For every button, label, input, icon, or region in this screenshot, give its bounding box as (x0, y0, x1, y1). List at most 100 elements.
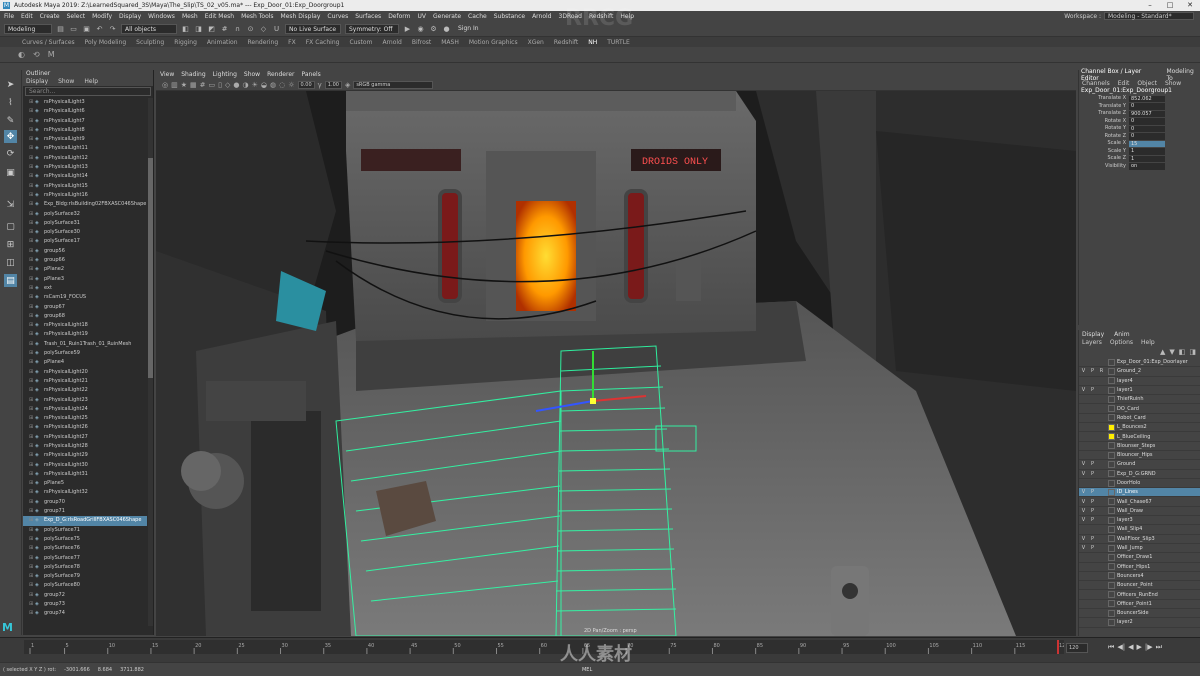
layer-menu-item[interactable]: Options (1110, 339, 1133, 346)
menu-item[interactable]: Cache (468, 13, 487, 20)
outliner-item[interactable]: ⊞ ◈ polySurface31 (23, 219, 147, 228)
shelf-tab[interactable]: Arnold (382, 39, 401, 46)
layer-row[interactable]: L_BlueCeiling (1079, 432, 1200, 442)
channel-name[interactable]: Scale Y (1079, 148, 1129, 156)
layer-name[interactable]: L_Bounces2 (1117, 424, 1147, 430)
channel-name[interactable]: Translate Z (1079, 110, 1129, 118)
exposure-field[interactable]: 0.00 (297, 80, 315, 89)
layer-color-swatch[interactable] (1108, 470, 1115, 478)
select-component-icon[interactable]: ◩ (207, 24, 216, 33)
scale-tool-icon[interactable]: ▣ (4, 166, 17, 179)
outliner-item[interactable]: ⊞ ◈ polySurface78 (23, 563, 147, 572)
mel-label[interactable]: MEL (582, 667, 592, 673)
new-layer-selected-icon[interactable]: ◨ (1189, 348, 1196, 356)
layer-name[interactable]: Robot_Card (1117, 415, 1146, 421)
outliner-item[interactable]: ⊞ ◈ rsPhysicalLight21 (23, 377, 147, 386)
layer-color-swatch[interactable] (1108, 563, 1115, 571)
outliner-item[interactable]: ⊞ ◈ group66 (23, 256, 147, 265)
snap-point-icon[interactable]: ⊙ (246, 24, 255, 33)
layer-row[interactable]: Wall_Slip4 (1079, 525, 1200, 535)
select-hierarchy-icon[interactable]: ◧ (181, 24, 190, 33)
outliner-item[interactable]: ⊞ ◈ rsPhysicalLight18 (23, 321, 147, 330)
shelf-tab[interactable]: Animation (207, 39, 238, 46)
layer-v-toggle[interactable]: V (1079, 536, 1088, 542)
layer-color-swatch[interactable] (1108, 451, 1115, 459)
channel-value-field[interactable]: 0 (1129, 103, 1165, 110)
shelf-tab[interactable]: Curves / Surfaces (22, 39, 75, 46)
outliner-item[interactable]: ⊞ ◈ rsPhysicalLight28 (23, 442, 147, 451)
layer-row[interactable]: V P WallFloor_Slip3 (1079, 535, 1200, 544)
outliner-item[interactable]: ⊞ ◈ ext (23, 284, 147, 293)
layer-name[interactable]: Bouncer_Point (1117, 582, 1153, 588)
snap-curve-icon[interactable]: ∩ (233, 24, 242, 33)
select-tool-icon[interactable]: ➤ (4, 78, 17, 91)
layer-color-swatch[interactable] (1108, 433, 1115, 441)
layer-name[interactable]: DoorHolo (1117, 480, 1140, 486)
outliner-item[interactable]: ⊞ ◈ Trash_01_Ruin1Trash_01_RuinMesh (23, 340, 147, 349)
layer-color-swatch[interactable] (1108, 395, 1115, 403)
outliner-item[interactable]: ⊞ ◈ rsPhysicalLight31 (23, 470, 147, 479)
outliner-search-input[interactable]: Search... (25, 87, 151, 96)
shelf-tab[interactable]: FX (288, 39, 296, 46)
outliner-item[interactable]: ⊞ ◈ rsPhysicalLight13 (23, 163, 147, 172)
snap-grid-icon[interactable]: # (220, 24, 229, 33)
layer-row[interactable]: ThiefRuinh (1079, 395, 1200, 405)
menu-item[interactable]: Deform (388, 13, 410, 20)
outliner-item[interactable]: ⊞ ◈ rsPhysicalLight30 (23, 461, 147, 470)
outliner-scrollbar[interactable] (148, 98, 153, 626)
outliner-item[interactable]: ⊞ ◈ rsPhysicalLight15 (23, 182, 147, 191)
layer-row[interactable]: layer4 (1079, 377, 1200, 386)
viewport-menu-item[interactable]: Shading (181, 71, 205, 78)
layer-row[interactable]: Exp_Door_01:Exp_Doorlayer (1079, 358, 1200, 368)
current-frame-field[interactable]: 120 (1066, 643, 1088, 653)
save-scene-icon[interactable]: ▣ (82, 24, 91, 33)
layer-color-swatch[interactable] (1108, 405, 1115, 413)
layer-menu-item[interactable]: Layers (1082, 339, 1102, 346)
menu-item[interactable]: Redshift (589, 13, 613, 20)
layer-color-swatch[interactable] (1108, 460, 1115, 468)
layer-name[interactable]: ID_Lines (1117, 489, 1138, 495)
layer-color-swatch[interactable] (1108, 498, 1115, 506)
viewport-menu-item[interactable]: Renderer (267, 71, 294, 78)
channel-row[interactable]: Rotate Z0 (1079, 133, 1200, 141)
close-icon[interactable]: ✕ (1180, 0, 1200, 11)
outliner-item[interactable]: ⊞ ◈ rsPhysicalLight26 (23, 423, 147, 432)
layer-color-swatch[interactable] (1108, 367, 1115, 375)
menu-item[interactable]: 3DRoad (559, 13, 583, 20)
menu-item[interactable]: Select (67, 13, 86, 20)
layer-name[interactable]: Exp_D_G:GRND (1117, 471, 1156, 477)
layer-name[interactable]: Bouncers4 (1117, 573, 1144, 579)
undo-icon[interactable]: ↶ (95, 24, 104, 33)
layer-v-toggle[interactable]: V (1079, 368, 1088, 374)
layer-color-swatch[interactable] (1108, 414, 1115, 422)
go-to-end-icon[interactable]: ⏭ (1156, 643, 1162, 652)
channel-value-field[interactable]: 900.057 (1129, 110, 1165, 117)
shelf-tab[interactable]: Rigging (174, 39, 197, 46)
outliner-item[interactable]: ⊞ ◈ pPlane2 (23, 265, 147, 274)
layer-color-swatch[interactable] (1108, 618, 1115, 626)
shelf-tab[interactable]: XGen (528, 39, 544, 46)
layer-row[interactable]: DoorHolo (1079, 479, 1200, 489)
ipr-icon[interactable]: ◉ (416, 24, 425, 33)
outliner-item[interactable]: ⊞ ◈ pPlane4 (23, 358, 147, 367)
folder-icon[interactable]: ▤ (56, 24, 65, 33)
shelf-tab[interactable]: Bifrost (412, 39, 431, 46)
step-back-icon[interactable]: ◀| (1117, 643, 1125, 652)
layer-name[interactable]: Officer_Draw1 (1117, 554, 1152, 560)
channel-box-menu-item[interactable]: Edit (1118, 80, 1130, 87)
open-scene-icon[interactable]: ▭ (69, 24, 78, 33)
outliner-item[interactable]: ⊞ ◈ group67 (23, 303, 147, 312)
channel-row[interactable]: Visibility on (1079, 163, 1200, 171)
outliner-item[interactable]: ⊞ ◈ rsCam19_FOCUS (23, 293, 147, 302)
shadows-icon[interactable]: ◒ (261, 81, 267, 89)
move-layer-up-icon[interactable]: ▲ (1160, 348, 1165, 356)
shelf-tab[interactable]: Redshift (554, 39, 578, 46)
shelf-tab[interactable]: FX Caching (306, 39, 340, 46)
image-plane-icon[interactable]: ▦ (190, 81, 197, 89)
playhead[interactable] (1057, 640, 1059, 654)
channel-row[interactable]: Scale Z1 (1079, 155, 1200, 163)
timeline-track[interactable]: 1 5 10 15 20 25 30 35 40 45 50 55 60 65 70 75 80 85 90 95 10… (24, 640, 1069, 654)
layer-row[interactable]: V P Ground (1079, 460, 1200, 470)
channel-name[interactable]: Rotate Z (1079, 133, 1129, 141)
layer-color-swatch[interactable] (1108, 479, 1115, 487)
